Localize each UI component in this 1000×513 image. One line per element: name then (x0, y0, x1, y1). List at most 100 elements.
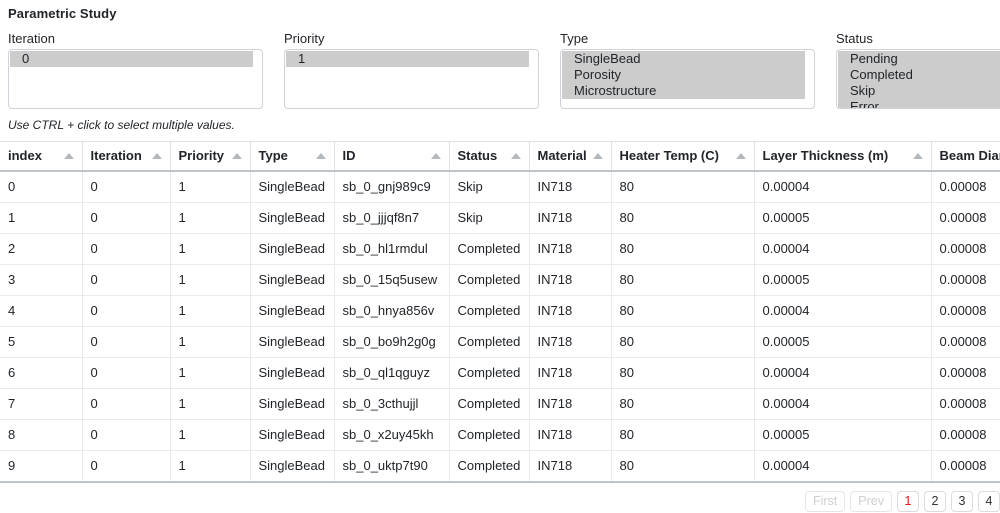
sort-ascending-icon[interactable] (592, 152, 603, 159)
cell-material: IN718 (529, 388, 612, 420)
column-header-beam-diameter[interactable]: Beam Diameter (m) (931, 141, 1000, 172)
cell-material: IN718 (529, 419, 612, 451)
option-type-microstructure[interactable]: Microstructure (562, 83, 805, 99)
cell-status: Completed (449, 326, 530, 358)
cell-index: 4 (0, 295, 83, 327)
option-type-singlebead[interactable]: SingleBead (562, 51, 805, 67)
cell-layer-thickness: 0.00004 (754, 357, 932, 389)
cell-index: 1 (0, 202, 83, 234)
cell-index: 6 (0, 357, 83, 389)
column-header-heater-temp[interactable]: Heater Temp (C) (611, 141, 755, 172)
cell-material: IN718 (529, 171, 612, 203)
table-row[interactable]: 6 0 1 SingleBead sb_0_ql1qguyz Completed IN718… (0, 357, 1000, 389)
sort-ascending-icon[interactable] (912, 152, 923, 159)
sort-ascending-icon[interactable] (735, 152, 746, 159)
cell-id: sb_0_uktp7t90 (334, 450, 450, 483)
pagination-page-4[interactable]: 4 (978, 491, 1000, 512)
table-row[interactable]: 5 0 1 SingleBead sb_0_bo9h2g0g Completed IN718… (0, 326, 1000, 358)
cell-heater-temp: 80 (611, 202, 755, 234)
sort-ascending-icon[interactable] (231, 152, 242, 159)
iteration-multiselect[interactable]: 0 (8, 49, 263, 109)
cell-material: IN718 (529, 295, 612, 327)
cell-type: SingleBead (250, 450, 335, 483)
cell-layer-thickness: 0.00005 (754, 264, 932, 296)
cell-priority: 1 (170, 264, 251, 296)
pagination-page-3[interactable]: 3 (951, 491, 973, 512)
column-header-layer-thickness[interactable]: Layer Thickness (m) (754, 141, 932, 172)
option-status-pending[interactable]: Pending (838, 51, 1000, 67)
sort-ascending-icon[interactable] (151, 152, 162, 159)
filter-label-iteration: Iteration (8, 31, 55, 46)
pagination-first-button[interactable]: First (804, 491, 846, 512)
table-row[interactable]: 0 0 1 SingleBead sb_0_gnj989c9 Skip IN718 80 0.0… (0, 171, 1000, 203)
sort-ascending-icon[interactable] (510, 152, 521, 159)
cell-material: IN718 (529, 326, 612, 358)
table-row[interactable]: 7 0 1 SingleBead sb_0_3cthujjl Completed IN718… (0, 388, 1000, 420)
filter-label-type: Type (560, 31, 589, 46)
type-multiselect[interactable]: SingleBead Porosity Microstructure (560, 49, 815, 109)
filter-group-status: Status Pending Completed Skip Error (836, 31, 1000, 109)
sort-ascending-icon[interactable] (315, 152, 326, 159)
column-header-iteration[interactable]: Iteration (82, 141, 171, 172)
cell-beam-diameter: 0.00008 (931, 233, 1000, 265)
pagination-page-1[interactable]: 1 (897, 491, 919, 512)
table-row[interactable]: 1 0 1 SingleBead sb_0_jjjqf8n7 Skip IN718 80 0.0… (0, 202, 1000, 234)
column-header-layer-thickness-label: Layer Thickness (m) (762, 148, 889, 163)
cell-index: 5 (0, 326, 83, 358)
column-header-priority[interactable]: Priority (170, 141, 251, 172)
option-type-porosity[interactable]: Porosity (562, 67, 805, 83)
table-row[interactable]: 3 0 1 SingleBead sb_0_15q5usew Completed IN718… (0, 264, 1000, 296)
cell-status: Completed (449, 233, 530, 265)
table-row[interactable]: 8 0 1 SingleBead sb_0_x2uy45kh Completed IN718… (0, 419, 1000, 451)
cell-index: 0 (0, 171, 83, 203)
pagination-prev-button[interactable]: Prev (850, 491, 892, 512)
sort-ascending-icon[interactable] (430, 152, 441, 159)
cell-iteration: 0 (82, 295, 171, 327)
cell-status: Completed (449, 388, 530, 420)
cell-beam-diameter: 0.00008 (931, 450, 1000, 483)
filter-label-priority: Priority (284, 31, 325, 46)
multiselect-hint: Use CTRL + click to select multiple valu… (8, 118, 235, 132)
column-header-id[interactable]: ID (334, 141, 450, 172)
column-header-beam-diameter-label: Beam Diameter (m) (939, 148, 1000, 163)
table-row[interactable]: 4 0 1 SingleBead sb_0_hnya856v Completed IN718… (0, 295, 1000, 327)
cell-index: 9 (0, 450, 83, 483)
cell-heater-temp: 80 (611, 357, 755, 389)
table-row[interactable]: 2 0 1 SingleBead sb_0_hl1rmdul Completed IN718… (0, 233, 1000, 265)
cell-beam-diameter: 0.00008 (931, 419, 1000, 451)
filter-bar: Iteration 0 Priority 1 Type SingleBead P… (0, 21, 1000, 109)
option-status-skip[interactable]: Skip (838, 83, 1000, 99)
option-status-completed[interactable]: Completed (838, 67, 1000, 83)
cell-iteration: 0 (82, 450, 171, 483)
cell-layer-thickness: 0.00004 (754, 233, 932, 265)
cell-heater-temp: 80 (611, 171, 755, 203)
cell-priority: 1 (170, 419, 251, 451)
priority-multiselect[interactable]: 1 (284, 49, 539, 109)
cell-id: sb_0_bo9h2g0g (334, 326, 450, 358)
column-header-type[interactable]: Type (250, 141, 335, 172)
cell-type: SingleBead (250, 419, 335, 451)
column-header-type-label: Type (258, 148, 288, 163)
option-iteration-0[interactable]: 0 (10, 51, 253, 67)
column-header-material[interactable]: Material (529, 141, 612, 172)
cell-material: IN718 (529, 264, 612, 296)
column-header-index[interactable]: index (0, 141, 83, 172)
cell-priority: 1 (170, 233, 251, 265)
pagination-page-2[interactable]: 2 (924, 491, 946, 512)
cell-heater-temp: 80 (611, 326, 755, 358)
filter-group-priority: Priority 1 (284, 31, 539, 109)
cell-priority: 1 (170, 295, 251, 327)
cell-beam-diameter: 0.00008 (931, 264, 1000, 296)
cell-type: SingleBead (250, 295, 335, 327)
cell-status: Completed (449, 419, 530, 451)
cell-priority: 1 (170, 171, 251, 203)
cell-iteration: 0 (82, 171, 171, 203)
sort-ascending-icon[interactable] (63, 152, 74, 159)
column-header-status[interactable]: Status (449, 141, 530, 172)
table-row[interactable]: 9 0 1 SingleBead sb_0_uktp7t90 Completed IN718… (0, 450, 1000, 483)
option-status-error[interactable]: Error (838, 99, 1000, 108)
column-header-index-label: index (8, 148, 42, 163)
option-priority-1[interactable]: 1 (286, 51, 529, 67)
status-multiselect[interactable]: Pending Completed Skip Error (836, 49, 1000, 109)
cell-id: sb_0_x2uy45kh (334, 419, 450, 451)
